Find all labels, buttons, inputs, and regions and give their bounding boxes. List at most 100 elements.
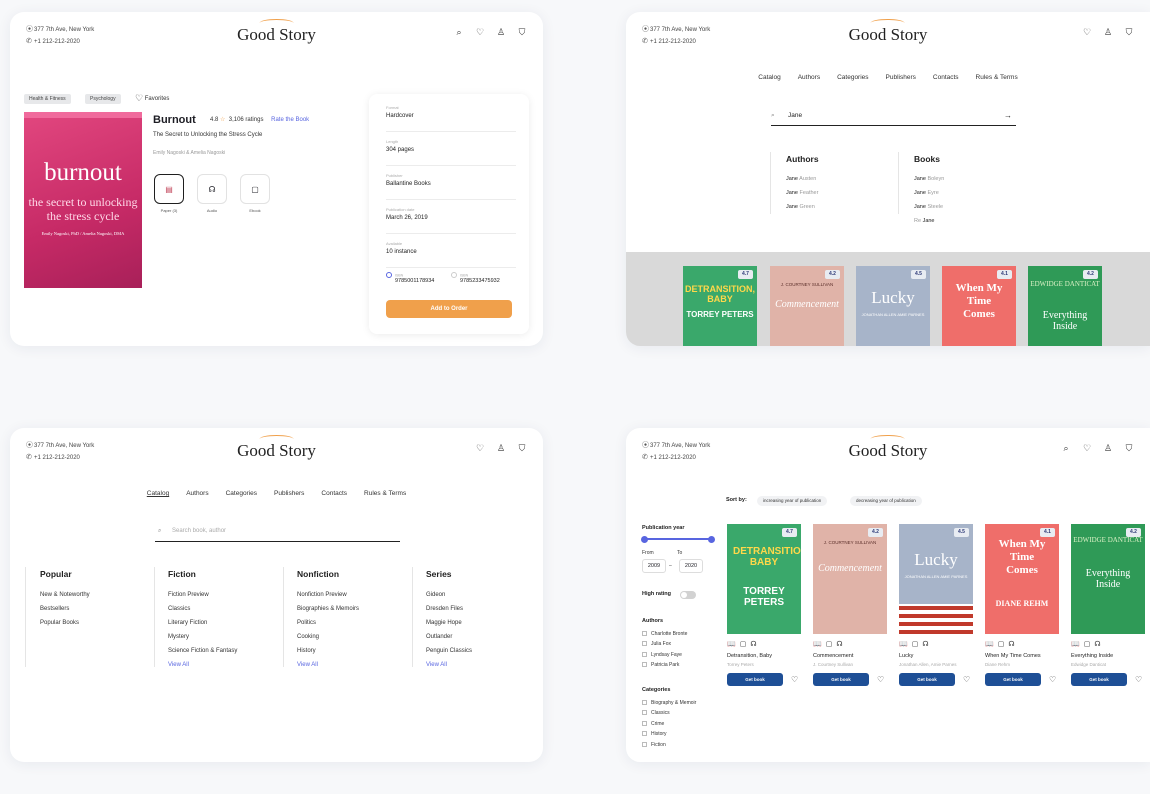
tag-health[interactable]: Health & Fitness: [24, 94, 71, 104]
nav-catalog[interactable]: Catalog: [147, 490, 169, 497]
book-author[interactable]: J. Courtney Sullivan: [813, 661, 891, 668]
suggestion-item[interactable]: Jane Eyre: [914, 186, 944, 200]
category-checkbox[interactable]: Biography & Memoir: [642, 698, 696, 709]
bag-icon[interactable]: ⛉: [1124, 443, 1134, 454]
logo[interactable]: Good Story: [849, 19, 927, 45]
arrow-right-icon[interactable]: →: [1004, 111, 1012, 120]
suggestion-item[interactable]: Jane Green: [786, 200, 819, 214]
user-icon[interactable]: ♙: [496, 27, 506, 38]
category-checkbox[interactable]: Classics: [642, 708, 696, 719]
year-to-input[interactable]: 2020: [679, 559, 703, 573]
isbn-option[interactable]: ISBN 9785001178934: [386, 272, 434, 284]
author-checkbox[interactable]: Julia Fox: [642, 639, 687, 650]
suggestion-item[interactable]: Jane Steele: [914, 200, 944, 214]
heart-icon[interactable]: ♡: [1049, 675, 1056, 684]
suggestion-item[interactable]: Jane Boleyn: [914, 172, 944, 186]
get-book-button[interactable]: Get book: [813, 673, 869, 686]
user-icon[interactable]: ♙: [496, 443, 506, 454]
logo[interactable]: Good Story: [237, 435, 316, 461]
heart-icon[interactable]: ♡: [1082, 443, 1092, 454]
book-author[interactable]: Edwidge Danticat: [1071, 661, 1149, 668]
menu-item[interactable]: Cooking: [297, 630, 359, 644]
book-cover[interactable]: 4.7DETRANSITION, BABYTORREY PETERS: [683, 266, 757, 346]
view-all-link[interactable]: View All: [168, 658, 237, 672]
get-book-button[interactable]: Get book: [1071, 673, 1127, 686]
book-cover[interactable]: 4.1 When My Time Comes: [942, 266, 1016, 346]
nav-publishers[interactable]: Publishers: [274, 490, 304, 497]
nav-categories[interactable]: Categories: [226, 490, 257, 497]
phone[interactable]: +1 212-212-2020: [650, 39, 696, 45]
menu-item[interactable]: Literary Fiction: [168, 616, 237, 630]
menu-item[interactable]: Bestsellers: [40, 602, 90, 616]
search-icon[interactable]: ⌕: [454, 27, 464, 38]
nav-authors[interactable]: Authors: [186, 490, 208, 497]
suggestion-item[interactable]: Jane Austen: [786, 172, 819, 186]
nav-contacts[interactable]: Contacts: [321, 490, 347, 497]
nav-categories[interactable]: Categories: [837, 74, 868, 81]
sort-decreasing[interactable]: decreasing year of publication: [850, 496, 922, 506]
book-author[interactable]: Diane Rehm: [985, 661, 1063, 668]
book-title[interactable]: Everything Inside: [1071, 653, 1149, 659]
suggestion-item[interactable]: Re Jane: [914, 214, 944, 228]
view-all-link[interactable]: View All: [426, 658, 472, 672]
nav-authors[interactable]: Authors: [798, 74, 820, 81]
search-input[interactable]: ⌕ Jane →: [771, 108, 1016, 126]
menu-item[interactable]: New & Noteworthy: [40, 588, 90, 602]
logo[interactable]: Good Story: [237, 19, 316, 45]
book-title[interactable]: Commencement: [813, 653, 891, 659]
view-all-link[interactable]: View All: [297, 658, 359, 672]
phone[interactable]: +1 212-212-2020: [34, 39, 80, 45]
heart-icon[interactable]: ♡: [1082, 27, 1092, 38]
nav-catalog[interactable]: Catalog: [758, 74, 780, 81]
menu-item[interactable]: Popular Books: [40, 616, 90, 630]
phone[interactable]: +1 212-212-2020: [34, 455, 80, 461]
format-audio-button[interactable]: ☊: [197, 174, 227, 204]
search-icon[interactable]: ⌕: [1061, 443, 1071, 454]
sort-increasing[interactable]: increasing year of publication: [757, 496, 828, 506]
menu-item[interactable]: History: [297, 644, 359, 658]
book-authors[interactable]: Emily Nagoski & Amelia Nagoski: [153, 150, 225, 156]
get-book-button[interactable]: Get book: [727, 673, 783, 686]
format-paper-button[interactable]: ▤: [154, 174, 184, 204]
book-author[interactable]: Torrey Peters: [727, 661, 805, 668]
book-title[interactable]: Lucky: [899, 653, 977, 659]
bag-icon[interactable]: ⛉: [517, 27, 527, 38]
year-range-slider[interactable]: [641, 535, 715, 543]
book-author[interactable]: Jonathan Allen, Amie Parnes: [899, 661, 977, 668]
author-checkbox[interactable]: Charlotte Bronte: [642, 629, 687, 640]
favorites-button[interactable]: ♡ Favorites: [135, 93, 169, 104]
high-rating-toggle[interactable]: [680, 591, 696, 599]
author-checkbox[interactable]: Patricia Park: [642, 660, 687, 671]
nav-contacts[interactable]: Contacts: [933, 74, 959, 81]
book-cover[interactable]: 4.7DETRANSITION, BABYTORREY PETERS: [727, 524, 801, 634]
logo[interactable]: Good Story: [849, 435, 927, 461]
bag-icon[interactable]: ⛉: [517, 443, 527, 454]
isbn-option[interactable]: ISBN 9785233475932: [451, 272, 500, 284]
book-cover[interactable]: 4.5 Lucky JONATHAN ALLEN AMIE PARNES: [899, 524, 973, 634]
user-icon[interactable]: ♙: [1103, 27, 1113, 38]
user-icon[interactable]: ♙: [1103, 443, 1113, 454]
menu-item[interactable]: Nonfiction Preview: [297, 588, 359, 602]
book-cover[interactable]: 4.1 When My Time Comes DIANE REHM: [985, 524, 1059, 634]
nav-rules[interactable]: Rules & Terms: [364, 490, 406, 497]
menu-item[interactable]: Fiction Preview: [168, 588, 237, 602]
heart-icon[interactable]: ♡: [791, 675, 798, 684]
menu-item[interactable]: Biographies & Memoirs: [297, 602, 359, 616]
book-cover[interactable]: 4.2 J. COURTNEY SULLIVAN Commencement: [770, 266, 844, 346]
category-checkbox[interactable]: History: [642, 729, 696, 740]
menu-item[interactable]: Maggie Hope: [426, 616, 472, 630]
phone[interactable]: +1 212-212-2020: [650, 455, 696, 461]
menu-item[interactable]: Gideon: [426, 588, 472, 602]
book-title[interactable]: Detransition, Baby: [727, 653, 805, 659]
rate-book-link[interactable]: Rate the Book: [271, 117, 309, 123]
category-checkbox[interactable]: Crime: [642, 719, 696, 730]
menu-item[interactable]: Mystery: [168, 630, 237, 644]
menu-item[interactable]: Politics: [297, 616, 359, 630]
year-from-input[interactable]: 2009: [642, 559, 666, 573]
menu-item[interactable]: Classics: [168, 602, 237, 616]
tag-psychology[interactable]: Psychology: [85, 94, 121, 104]
heart-icon[interactable]: ♡: [1135, 675, 1142, 684]
heart-icon[interactable]: ♡: [475, 27, 485, 38]
heart-icon[interactable]: ♡: [963, 675, 970, 684]
menu-item[interactable]: Science Fiction & Fantasy: [168, 644, 237, 658]
